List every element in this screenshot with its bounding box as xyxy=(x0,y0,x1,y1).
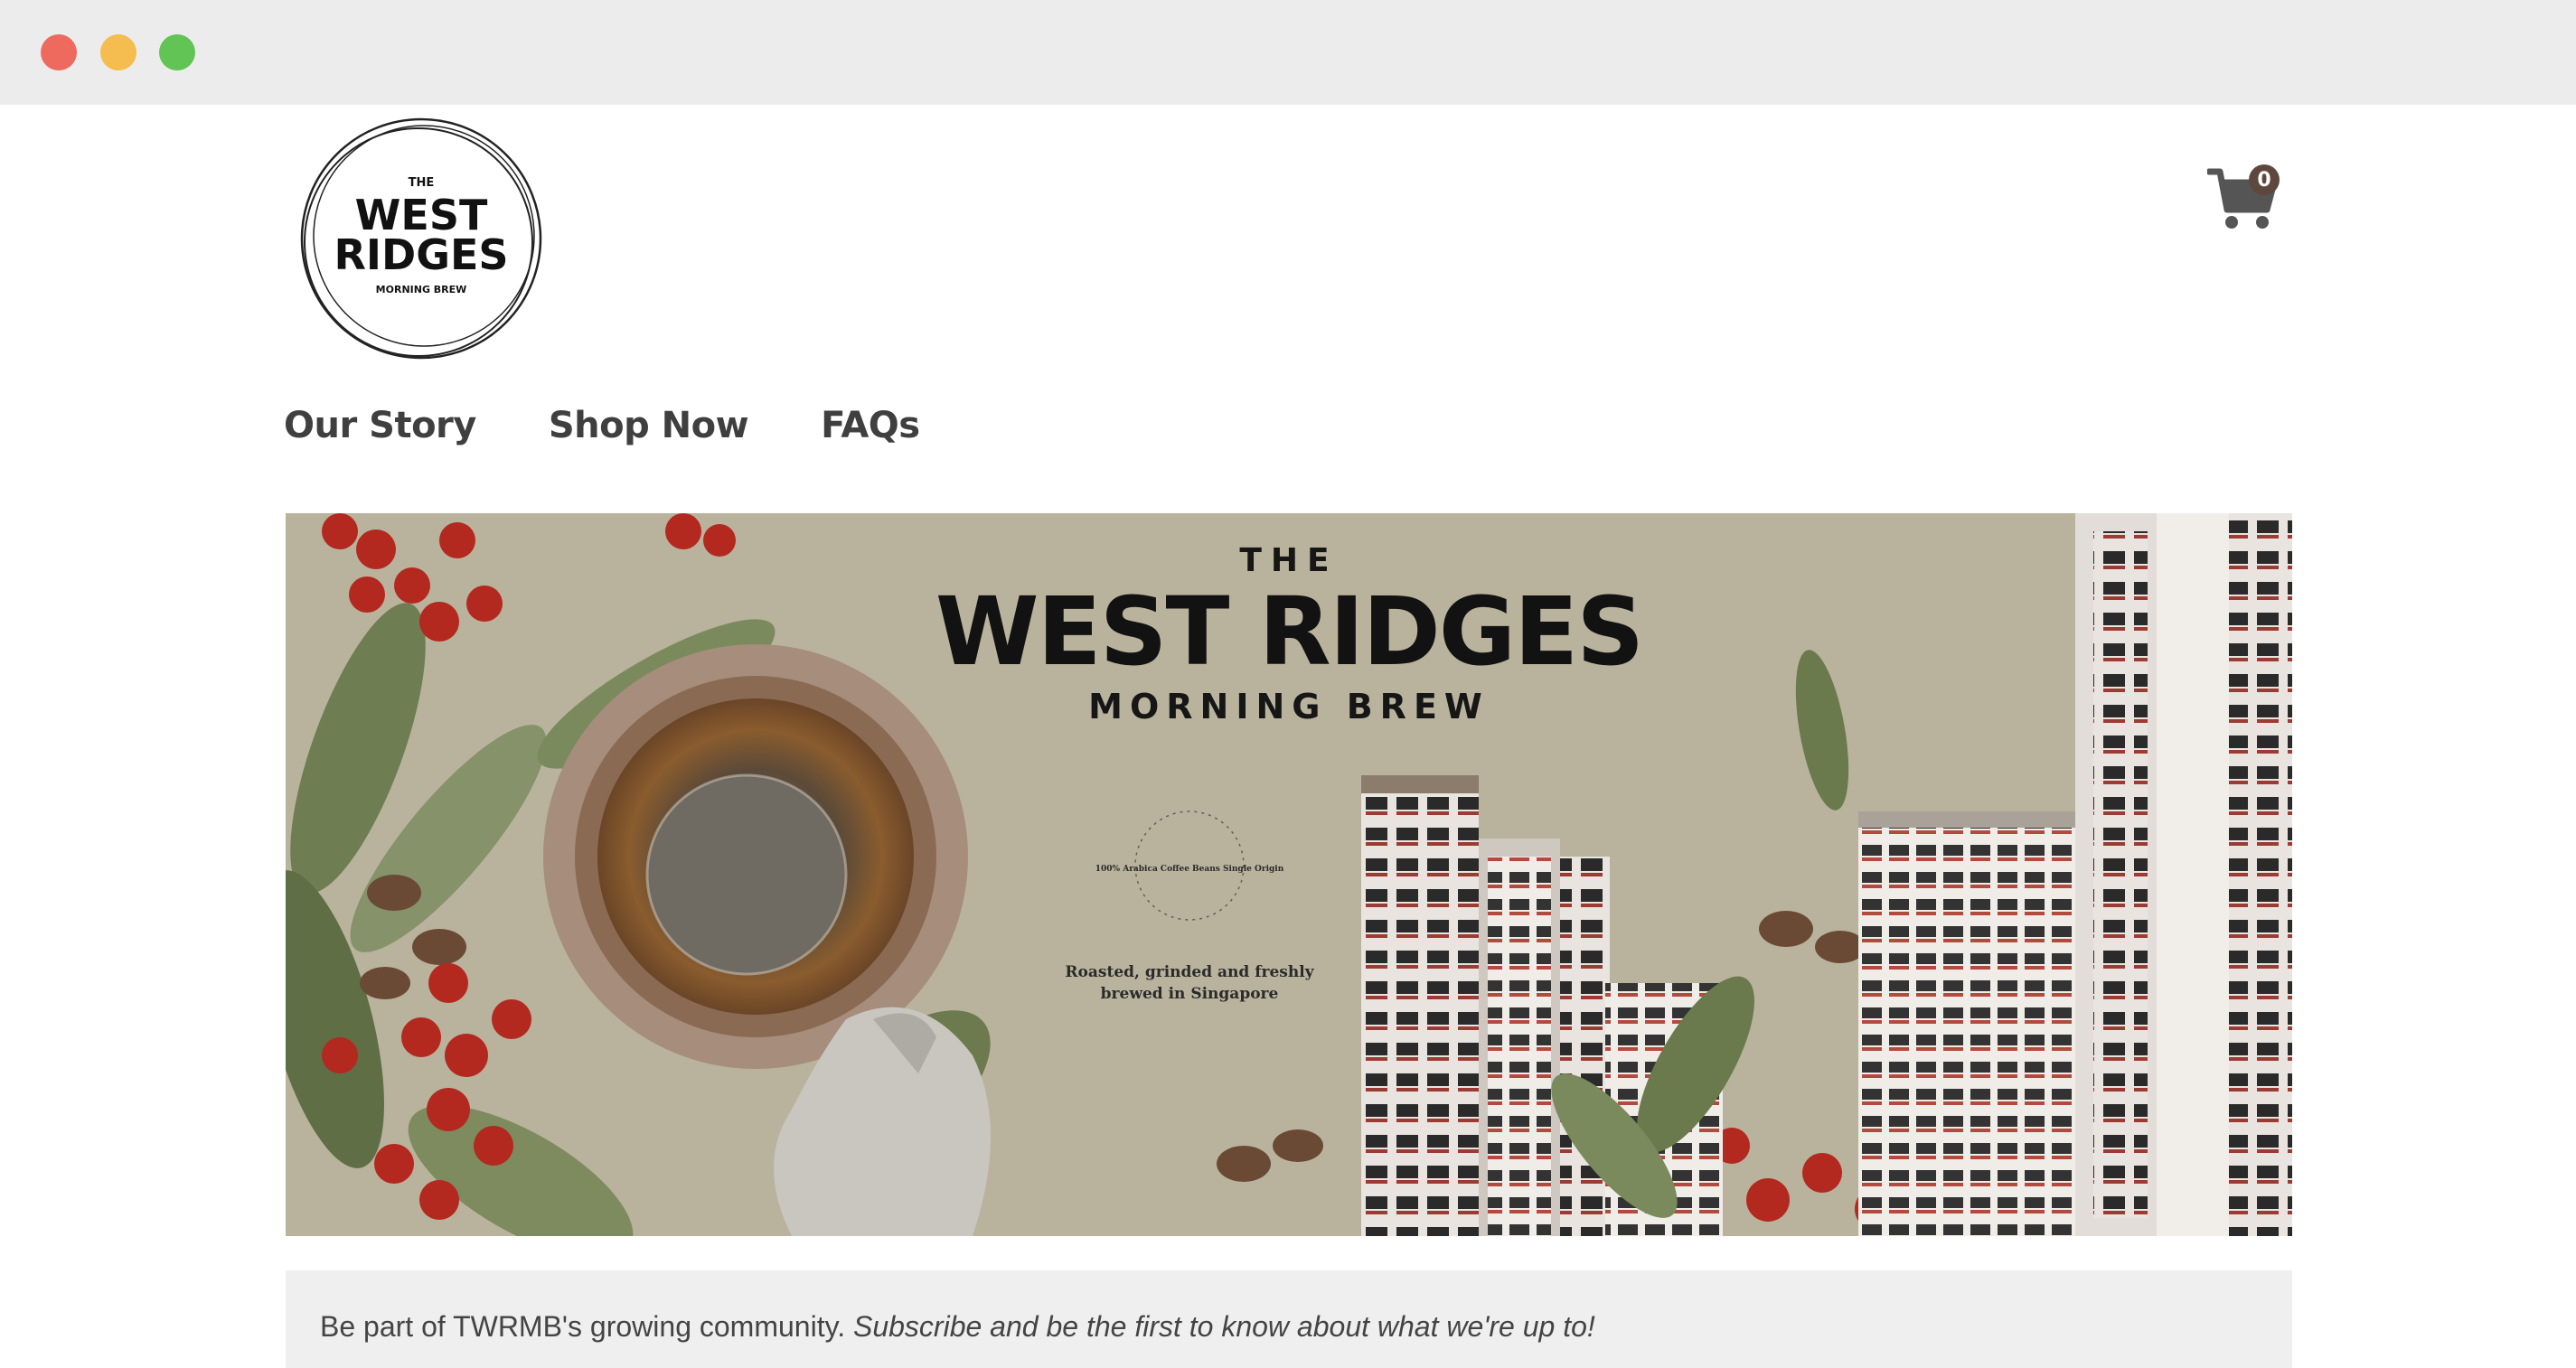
subscribe-lead: Be part of TWRMB's growing community. xyxy=(320,1310,846,1343)
window-zoom-button[interactable] xyxy=(159,34,195,70)
nav-item-shop-now[interactable]: Shop Now xyxy=(549,405,749,446)
hero-subtitle: MORNING BREW xyxy=(1088,687,1490,726)
cart-count-badge: 0 xyxy=(2249,164,2280,195)
logo-the: THE xyxy=(409,176,435,190)
subscribe-text: Be part of TWRMB's growing community. Su… xyxy=(320,1310,1595,1344)
nav-item-faqs[interactable]: FAQs xyxy=(821,405,920,446)
window-titlebar xyxy=(0,0,2576,105)
nav-item-our-story[interactable]: Our Story xyxy=(284,405,476,446)
hero-caption: Roasted, grinded and freshly brewed in S… xyxy=(1065,963,1314,1003)
hero-banner: 100% Arabica Coffee Beans Single Origin … xyxy=(286,513,2292,1236)
subscribe-bar: Be part of TWRMB's growing community. Su… xyxy=(286,1270,2292,1368)
hero-title: WEST RIDGES xyxy=(935,576,1644,687)
badge-text: 100% Arabica Coffee Beans Single Origin xyxy=(1095,865,1284,874)
logo-morning-brew: MORNING BREW xyxy=(376,284,467,295)
subscribe-emphasis: Subscribe and be the first to know about… xyxy=(852,1310,1595,1343)
single-origin-badge: 100% Arabica Coffee Beans Single Origin xyxy=(1095,810,1284,921)
logo-ridges: RIDGES xyxy=(334,230,508,279)
window-minimize-button[interactable] xyxy=(100,34,136,70)
main-nav: Our Story Shop Now FAQs xyxy=(284,405,920,446)
hero-the: THE xyxy=(1239,542,1339,579)
brand-logo[interactable]: THE WEST RIDGES MORNING BREW xyxy=(295,110,548,367)
window-close-button[interactable] xyxy=(41,34,77,70)
